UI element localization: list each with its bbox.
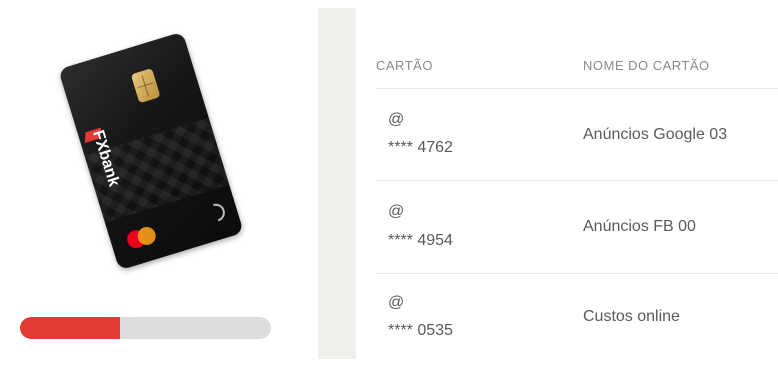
- panel-divider: [318, 8, 356, 359]
- progress-bar: [20, 317, 271, 339]
- table-row[interactable]: @ **** 4954 Anúncios FB 00: [356, 181, 778, 273]
- card-number-masked: **** 4762: [388, 139, 453, 156]
- card-name: Anúncios Google 03: [583, 126, 728, 143]
- column-header-card: CARTÃO: [376, 58, 433, 73]
- card-at-symbol: @: [388, 294, 405, 311]
- progress-bar-fill: [20, 317, 121, 339]
- chip-icon: [130, 68, 161, 104]
- column-header-card-name: NOME DO CARTÃO: [583, 58, 710, 73]
- table-row[interactable]: @ **** 0535 Custos online: [356, 274, 778, 366]
- contactless-icon: [203, 200, 229, 225]
- card-number-masked: **** 4954: [388, 232, 453, 249]
- card-name: Custos online: [583, 308, 680, 325]
- table-row[interactable]: @ **** 4762 Anúncios Google 03: [356, 89, 778, 181]
- card-name: Anúncios FB 00: [583, 218, 696, 235]
- card-at-symbol: @: [388, 203, 405, 220]
- card-at-symbol: @: [388, 111, 405, 128]
- cards-table: CARTÃO NOME DO CARTÃO @ **** 4762 Anúnci…: [356, 8, 778, 359]
- mastercard-icon: [124, 224, 160, 252]
- card-preview-panel: FXbank: [0, 0, 318, 359]
- credit-card-image: FXbank: [58, 31, 244, 271]
- card-number-masked: **** 0535: [388, 322, 453, 339]
